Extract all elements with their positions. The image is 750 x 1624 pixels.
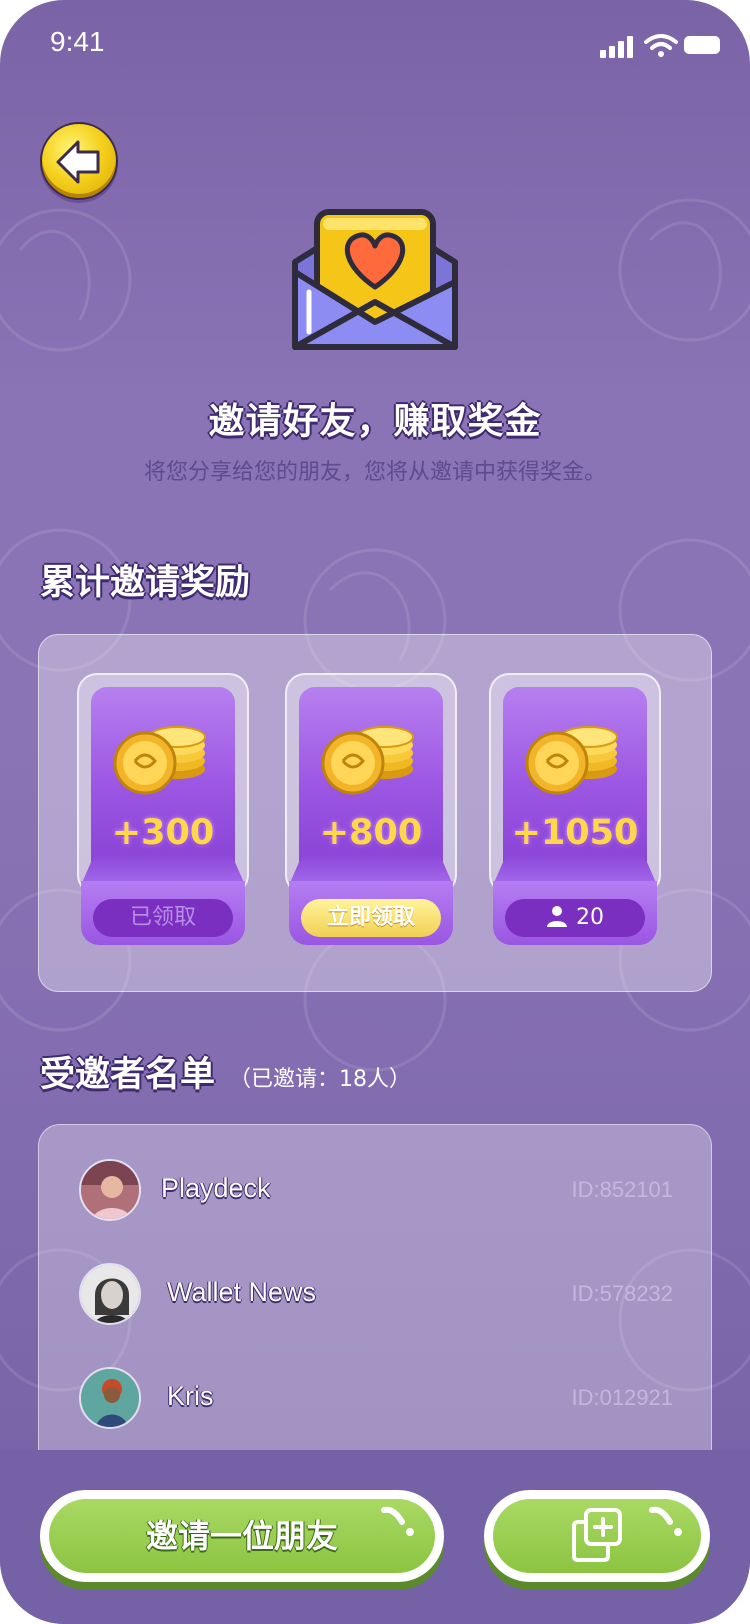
page-subtitle: 将您分享给您的朋友，您将从邀请中获得奖金。 bbox=[143, 460, 606, 485]
reward-amount: +300 bbox=[111, 813, 215, 853]
coins-icon bbox=[113, 726, 206, 795]
coins-icon bbox=[321, 726, 414, 795]
invitee-name: Kris bbox=[167, 1381, 214, 1411]
invitee-name: Playdeck bbox=[161, 1173, 271, 1203]
invitee-name: Wallet News bbox=[167, 1277, 317, 1307]
reward-amount: +1050 bbox=[511, 813, 639, 853]
copy-link-button[interactable] bbox=[484, 1490, 710, 1582]
status-bar: 9:41 bbox=[50, 26, 720, 66]
invite-requirement-count: 20 bbox=[576, 905, 604, 930]
status-icons bbox=[560, 34, 720, 60]
back-button[interactable] bbox=[40, 122, 118, 200]
page-title: 邀请好友，赚取奖金 bbox=[208, 401, 542, 442]
reward-card-1050: +1050 20 bbox=[489, 673, 661, 945]
invitee-id: ID:578232 bbox=[571, 1281, 673, 1306]
person-icon bbox=[547, 906, 567, 927]
coins-icon bbox=[525, 726, 618, 795]
reward-card-300: +300 已领取 bbox=[77, 673, 249, 945]
invite-friend-button[interactable]: 邀请一位朋友 bbox=[40, 1490, 444, 1582]
invitee-id: ID:852101 bbox=[571, 1177, 673, 1202]
invitees-section-title: 受邀者名单 （已邀请：18人） bbox=[40, 1046, 411, 1097]
list-item[interactable]: Wallet News ID:578232 bbox=[39, 1259, 713, 1329]
reward-card-800: +800 立即领取 bbox=[285, 673, 457, 945]
claimed-badge: 已领取 bbox=[93, 899, 233, 937]
back-arrow-icon bbox=[56, 140, 100, 184]
rewards-section-title: 累计邀请奖励 bbox=[40, 554, 250, 605]
avatar bbox=[79, 1367, 141, 1429]
gloss-highlight bbox=[649, 1506, 682, 1536]
reward-amount: +800 bbox=[319, 813, 423, 853]
list-item[interactable]: Kris ID:012921 bbox=[39, 1363, 713, 1433]
invite-button-label: 邀请一位朋友 bbox=[145, 1517, 338, 1555]
status-time: 9:41 bbox=[50, 26, 105, 57]
rewards-title-text: 累计邀请奖励 bbox=[40, 563, 251, 603]
claim-now-button[interactable]: 立即领取 bbox=[301, 899, 441, 937]
signal-icon bbox=[600, 36, 633, 58]
heart-envelope-icon bbox=[292, 209, 458, 350]
copy-icon bbox=[572, 1508, 622, 1562]
wifi-icon bbox=[644, 34, 678, 57]
app-screen: 9:41 邀请好友，赚取奖金 将您分享给您的朋友，您将从邀请中获得奖金。 累计邀… bbox=[0, 0, 750, 1624]
invite-requirement-badge: 20 bbox=[505, 899, 645, 937]
battery-icon bbox=[684, 36, 720, 54]
rewards-panel: +300 已领取 +800 立即领取 +1050 20 bbox=[38, 634, 712, 992]
invitee-count-note: （已邀请：18人） bbox=[229, 1067, 412, 1092]
invitees-title-text: 受邀者名单 bbox=[40, 1055, 216, 1095]
invitee-id: ID:012921 bbox=[571, 1385, 673, 1410]
list-item[interactable]: Playdeck ID:852101 bbox=[39, 1155, 713, 1225]
avatar bbox=[79, 1263, 141, 1325]
avatar bbox=[79, 1159, 141, 1221]
